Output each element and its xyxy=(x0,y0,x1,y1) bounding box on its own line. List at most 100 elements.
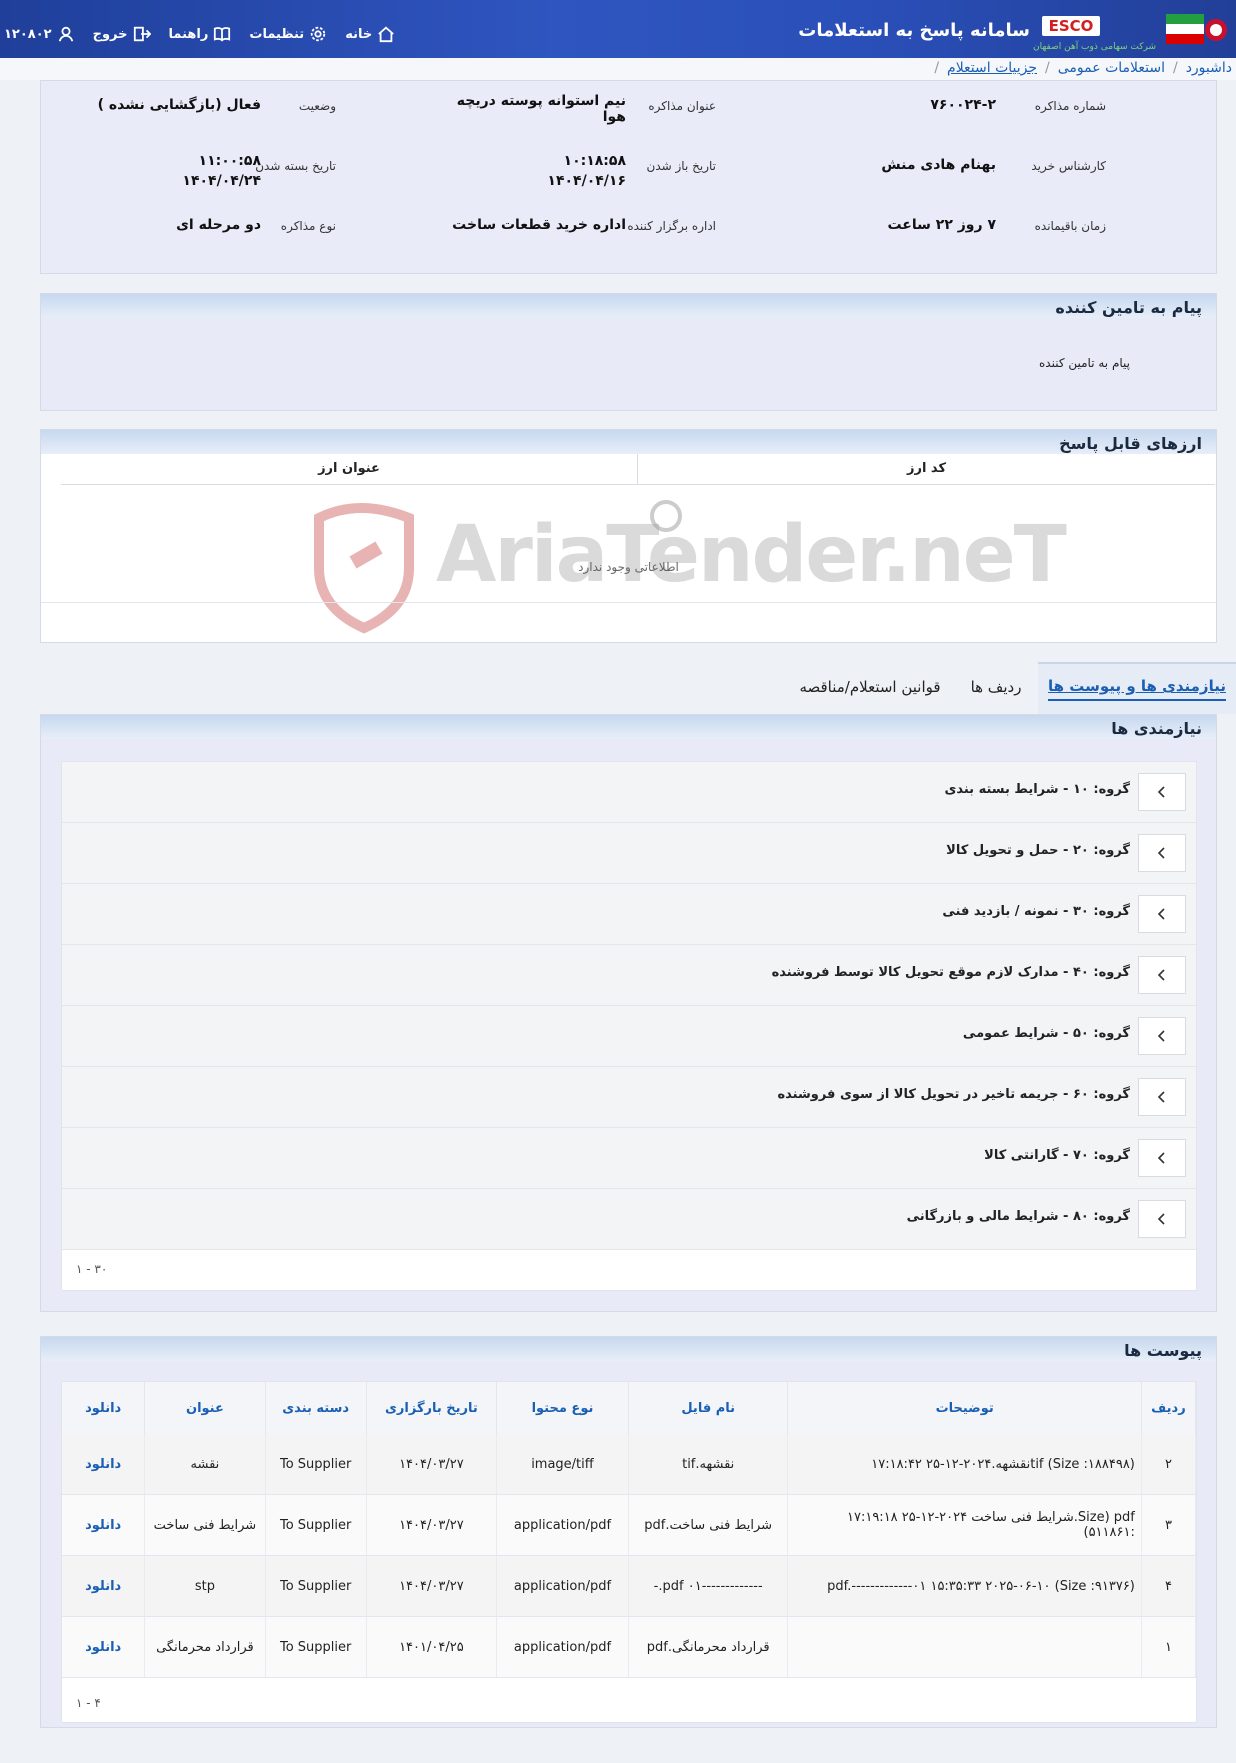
logout-button[interactable]: خروج xyxy=(93,25,151,43)
expand-button[interactable] xyxy=(1138,773,1186,811)
chevron-left-icon xyxy=(1157,1213,1165,1225)
organizer-label: اداره برگزار کننده xyxy=(627,219,716,233)
col-currency-title[interactable]: عنوان ارز xyxy=(61,454,637,484)
table-row: ۲ tif (Size :۱۸۸۴۹۸)نقشهه.۲۰۲۴-۱۲-۲۵ ۱۷:… xyxy=(62,1434,1197,1495)
expand-button[interactable] xyxy=(1138,1017,1186,1055)
breadcrumb-separator: / xyxy=(1045,60,1050,76)
divider xyxy=(41,602,1216,603)
negotiation-number-label: شماره مذاکره xyxy=(1034,99,1106,113)
expand-button[interactable] xyxy=(1138,1200,1186,1238)
requirement-group-row[interactable]: گروه: ۵۰ - شرایط عمومی xyxy=(62,1006,1196,1067)
download-link[interactable]: دانلود xyxy=(62,1616,146,1678)
requirements-title: نیازمندی ها xyxy=(1111,719,1202,738)
negotiation-type: دو مرحله ای xyxy=(176,217,261,233)
chevron-left-icon xyxy=(1157,1030,1165,1042)
close-time: ۱۱:۰۰:۵۸ xyxy=(198,153,261,169)
remaining-time-label: زمان باقیمانده xyxy=(1034,219,1106,233)
requirement-group-row[interactable]: گروه: ۳۰ - نمونه / بازدید فنی xyxy=(62,884,1196,945)
cell-row: ۲ xyxy=(1141,1434,1197,1495)
breadcrumb-separator: / xyxy=(934,60,940,76)
requirement-group-row[interactable]: گروه: ۲۰ - حمل و تحویل کالا xyxy=(62,823,1196,884)
breadcrumb: داشبورد / استعلامات عمومی / جزییات استعل… xyxy=(0,58,1236,80)
col-download[interactable]: دانلود xyxy=(62,1382,146,1434)
col-currency-code[interactable]: کد ارز xyxy=(637,454,1215,484)
expand-button[interactable] xyxy=(1138,895,1186,933)
header-toolbar: ۱۲۰۸۰۲ خروج راهنما تنظیمات خانه xyxy=(0,22,395,46)
buyer-label: کارشناس خرید xyxy=(1031,159,1106,173)
close-date: ۱۴۰۴/۰۴/۲۴ xyxy=(182,173,261,189)
requirement-group-row[interactable]: گروه: ۷۰ - گارانتی کالا xyxy=(62,1128,1196,1189)
cell-file-name: شرایط فنی ساخت.pdf xyxy=(628,1494,789,1556)
breadcrumb-dashboard[interactable]: داشبورد xyxy=(1186,60,1232,76)
requirement-group-row[interactable]: گروه: ۸۰ - شرایط مالی و بازرگانی xyxy=(62,1189,1196,1250)
expand-button[interactable] xyxy=(1138,1139,1186,1177)
cell-title: نقشه xyxy=(144,1434,266,1495)
col-file-name[interactable]: نام فایل xyxy=(628,1382,789,1434)
col-category[interactable]: دسته بندی xyxy=(265,1382,367,1434)
requirement-group-label: گروه: ۷۰ - گارانتی کالا xyxy=(984,1148,1130,1163)
tab-rows-label: ردیف ها xyxy=(970,678,1022,696)
col-upload-date[interactable]: تاریخ بارگزاری xyxy=(366,1382,498,1434)
gear-icon xyxy=(311,26,326,42)
table-row: ۳ pdf (Size.شرایط فنی ساخت ۲۰۲۴-۱۲-۲۵ ۱۷… xyxy=(62,1494,1197,1556)
cell-upload-date: ۱۴۰۴/۰۳/۲۷ xyxy=(366,1494,498,1556)
tab-requirements-attachments[interactable]: نیازمندی ها و پیوست ها xyxy=(1038,662,1236,714)
attachments-panel: پیوست ها ردیف توضیحات نام فایل نوع محتوا… xyxy=(40,1336,1217,1728)
tab-rules-label: قوانین استعلام/مناقصه xyxy=(799,678,941,696)
settings-button[interactable]: تنظیمات xyxy=(249,25,327,43)
chevron-left-icon xyxy=(1157,1152,1165,1164)
col-content-type[interactable]: نوع محتوا xyxy=(496,1382,629,1434)
negotiation-type-label: نوع مذاکره xyxy=(280,219,336,233)
buyer-value: بهنام هادی منش xyxy=(881,157,996,173)
status-value: فعال (بازگشایی نشده ) xyxy=(97,97,261,113)
cell-description: pdf (Size.شرایط فنی ساخت ۲۰۲۴-۱۲-۲۵ ۱۷:۱… xyxy=(787,1494,1142,1556)
cell-description: tif (Size :۱۸۸۴۹۸)نقشهه.۲۰۲۴-۱۲-۲۵ ۱۷:۱۸… xyxy=(787,1434,1142,1495)
requirement-group-row[interactable]: گروه: ۶۰ - جریمه تاخیر در تحویل کالا از … xyxy=(62,1067,1196,1128)
section-header: ارزهای قابل پاسخ xyxy=(41,430,1216,454)
open-time: ۱۰:۱۸:۵۸ xyxy=(563,153,626,169)
table-row: ۴ pdf.-------------۰۱ ۱۵:۳۵:۳۳ ۲۰۲۵-۰۶-۱… xyxy=(62,1555,1197,1617)
cell-title: قرارداد محرمانگی xyxy=(144,1616,266,1678)
download-link[interactable]: دانلود xyxy=(62,1494,146,1556)
requirement-group-row[interactable]: گروه: ۱۰ - شرایط بسته بندی xyxy=(62,762,1196,823)
col-title[interactable]: عنوان xyxy=(144,1382,266,1434)
home-icon xyxy=(378,26,395,43)
col-description[interactable]: توضیحات xyxy=(787,1382,1142,1434)
requirement-group-label: گروه: ۲۰ - حمل و تحویل کالا xyxy=(946,843,1130,858)
breadcrumb-inquiry-details[interactable]: جزییات استعلام xyxy=(947,60,1037,76)
negotiation-title-label: عنوان مذاکره xyxy=(648,99,716,113)
cell-content-type: application/pdf xyxy=(496,1616,629,1678)
requirement-group-row[interactable]: گروه: ۴۰ - مدارک لازم موقع تحویل کالا تو… xyxy=(62,945,1196,1006)
cell-upload-date: ۱۴۰۴/۰۳/۲۷ xyxy=(366,1555,498,1617)
tab-rules[interactable]: قوانین استعلام/مناقصه xyxy=(786,662,954,712)
expand-button[interactable] xyxy=(1138,834,1186,872)
supplier-message-title: پیام به تامین کننده xyxy=(1055,298,1202,317)
brand-subtitle: شرکت سهامی ذوب آهن اصفهان xyxy=(1033,42,1156,52)
logout-label: خروج xyxy=(92,26,128,42)
inquiry-info-panel: شماره مذاکره ۷۶۰۰۲۴-۲ عنوان مذاکره نیم ا… xyxy=(40,80,1217,274)
help-button[interactable]: راهنما xyxy=(169,25,232,43)
chevron-left-icon xyxy=(1157,969,1165,981)
watermark-text: AriaTender.neT xyxy=(436,510,1067,600)
negotiation-number: ۷۶۰۰۲۴-۲ xyxy=(930,97,996,113)
chevron-left-icon xyxy=(1157,786,1165,798)
cell-file-name: قرارداد محرمانگی.pdf xyxy=(628,1616,789,1678)
cell-description: pdf.-------------۰۱ ۱۵:۳۵:۳۳ ۲۰۲۵-۰۶-۱۰ … xyxy=(787,1555,1142,1617)
user-id-button[interactable]: ۱۲۰۸۰۲ xyxy=(4,25,75,43)
requirement-group-label: گروه: ۸۰ - شرایط مالی و بازرگانی xyxy=(906,1209,1130,1224)
supplier-message-panel: پیام به تامین کننده پیام به تامین کننده xyxy=(40,293,1217,411)
expand-button[interactable] xyxy=(1138,956,1186,994)
download-link[interactable]: دانلود xyxy=(62,1434,146,1495)
download-link[interactable]: دانلود xyxy=(62,1555,146,1617)
home-button[interactable]: خانه xyxy=(345,25,395,43)
cell-title: stp xyxy=(144,1555,266,1617)
requirement-group-label: گروه: ۶۰ - جریمه تاخیر در تحویل کالا از … xyxy=(777,1087,1130,1102)
col-row[interactable]: ردیف xyxy=(1141,1382,1197,1434)
tab-rows[interactable]: ردیف ها xyxy=(954,662,1038,712)
user-id: ۱۲۰۸۰۲ xyxy=(4,26,52,42)
expand-button[interactable] xyxy=(1138,1078,1186,1116)
attachments-table-wrapper: ردیف توضیحات نام فایل نوع محتوا تاریخ با… xyxy=(61,1381,1197,1723)
cell-row: ۴ xyxy=(1141,1555,1197,1617)
breadcrumb-public-inquiries[interactable]: استعلامات عمومی xyxy=(1058,60,1165,76)
section-header: نیازمندی ها xyxy=(41,715,1216,739)
